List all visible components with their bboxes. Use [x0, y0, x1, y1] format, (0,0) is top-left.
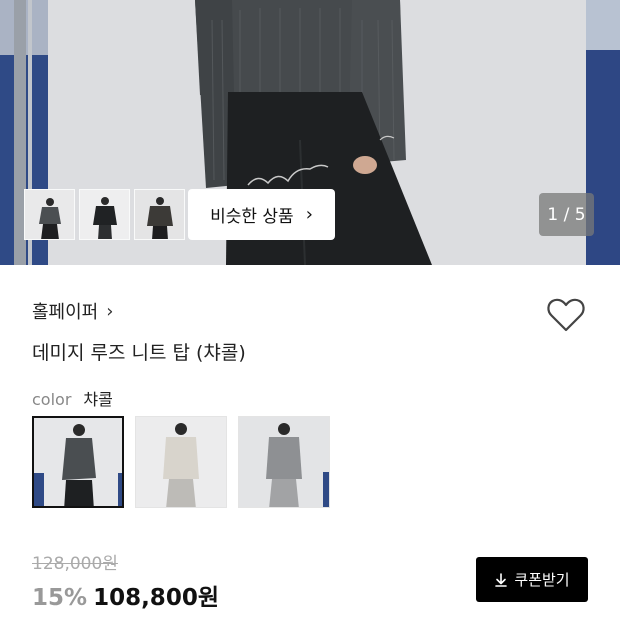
download-icon	[495, 572, 508, 587]
selected-color: 챠콜	[83, 390, 113, 409]
brand-link[interactable]: 홀페이퍼 ›	[32, 298, 113, 324]
color-option-row: color 챠콜	[32, 386, 113, 410]
product-title: 데미지 루즈 니트 탑 (챠콜)	[32, 342, 246, 364]
swatch-gray[interactable]	[238, 416, 330, 508]
coupon-label: 쿠폰받기	[514, 571, 570, 589]
product-image-gallery[interactable]: 비슷한 상품 › 1 / 5	[0, 0, 620, 265]
thumbnail-3-image	[135, 190, 184, 239]
color-swatches	[32, 416, 330, 508]
swatch-gray-image	[239, 417, 329, 507]
color-label: color	[32, 390, 72, 409]
heart-outline-icon[interactable]	[546, 297, 586, 333]
swatch-charcoal[interactable]	[32, 416, 124, 508]
brand-name: 홀페이퍼	[32, 302, 99, 323]
thumbnail-1-image	[25, 190, 74, 239]
discount-rate: 15%	[32, 585, 88, 611]
image-counter: 1 / 5	[539, 193, 594, 236]
similar-products-button[interactable]: 비슷한 상품 ›	[188, 189, 335, 240]
price-row: 15% 108,800원	[32, 578, 219, 612]
coupon-button[interactable]: 쿠폰받기	[476, 557, 588, 602]
original-price: 128,000원	[32, 554, 118, 574]
swatch-light-beige[interactable]	[135, 416, 227, 508]
swatch-light-beige-image	[136, 417, 226, 507]
thumbnail-1[interactable]	[24, 189, 75, 240]
thumbnail-2-image	[80, 190, 129, 239]
similar-products-label: 비슷한 상품	[210, 207, 294, 227]
swatch-charcoal-image	[34, 418, 122, 506]
thumbnail-3[interactable]	[134, 189, 185, 240]
chevron-right-icon: ›	[106, 300, 114, 322]
thumbnail-2[interactable]	[79, 189, 130, 240]
sale-price: 108,800원	[93, 585, 219, 611]
thumbnail-strip	[24, 189, 185, 240]
chevron-right-icon: ›	[305, 203, 313, 225]
